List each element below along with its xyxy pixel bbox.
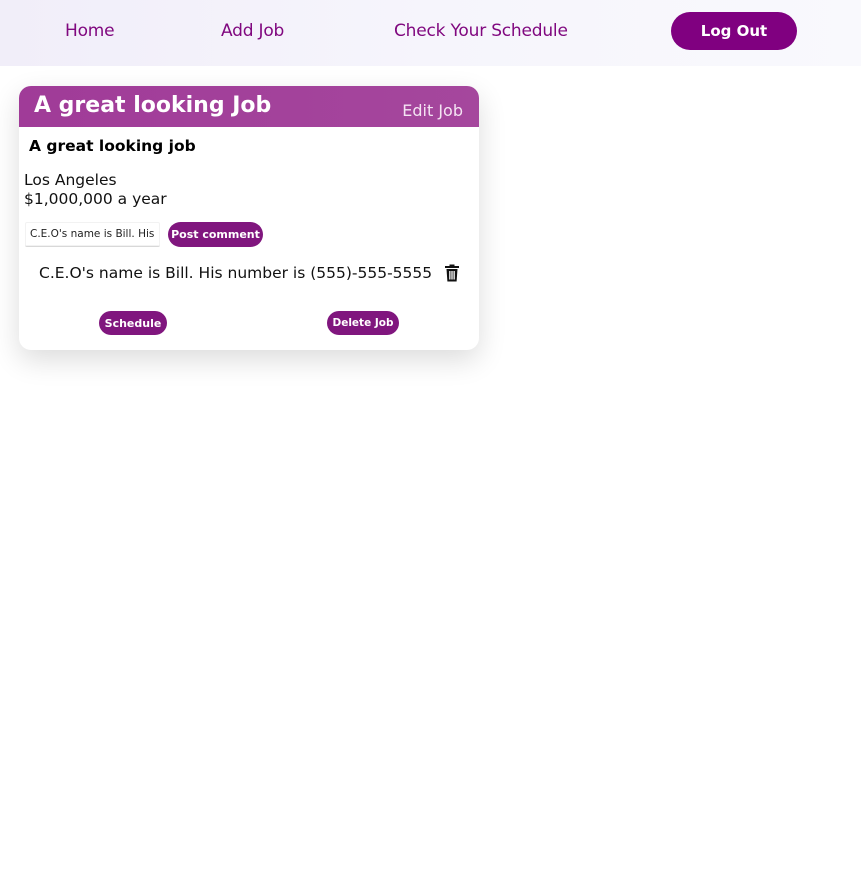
- job-salary: $1,000,000 a year: [24, 190, 167, 208]
- trash-icon-svg: [445, 264, 459, 282]
- comment-item: C.E.O's name is Bill. His number is (555…: [39, 264, 433, 282]
- job-card: A great looking Job Edit Job A great loo…: [19, 86, 479, 350]
- schedule-button[interactable]: Schedule: [99, 311, 167, 335]
- logout-button[interactable]: Log Out: [671, 12, 797, 50]
- top-navbar: Home Add Job Check Your Schedule Log Out: [0, 0, 861, 66]
- nav-home-link[interactable]: Home: [65, 21, 115, 41]
- job-title: A great looking Job: [34, 93, 272, 118]
- job-location: Los Angeles: [24, 171, 117, 189]
- nav-add-job-link[interactable]: Add Job: [221, 21, 284, 41]
- post-comment-button[interactable]: Post comment: [168, 222, 263, 247]
- edit-job-link[interactable]: Edit Job: [402, 101, 463, 120]
- job-card-header: A great looking Job Edit Job: [19, 86, 479, 127]
- trash-icon[interactable]: [444, 264, 460, 282]
- job-subtitle: A great looking job: [29, 137, 196, 155]
- comment-input[interactable]: [25, 222, 160, 247]
- delete-job-button[interactable]: Delete Job: [327, 311, 399, 335]
- nav-check-schedule-link[interactable]: Check Your Schedule: [394, 21, 568, 41]
